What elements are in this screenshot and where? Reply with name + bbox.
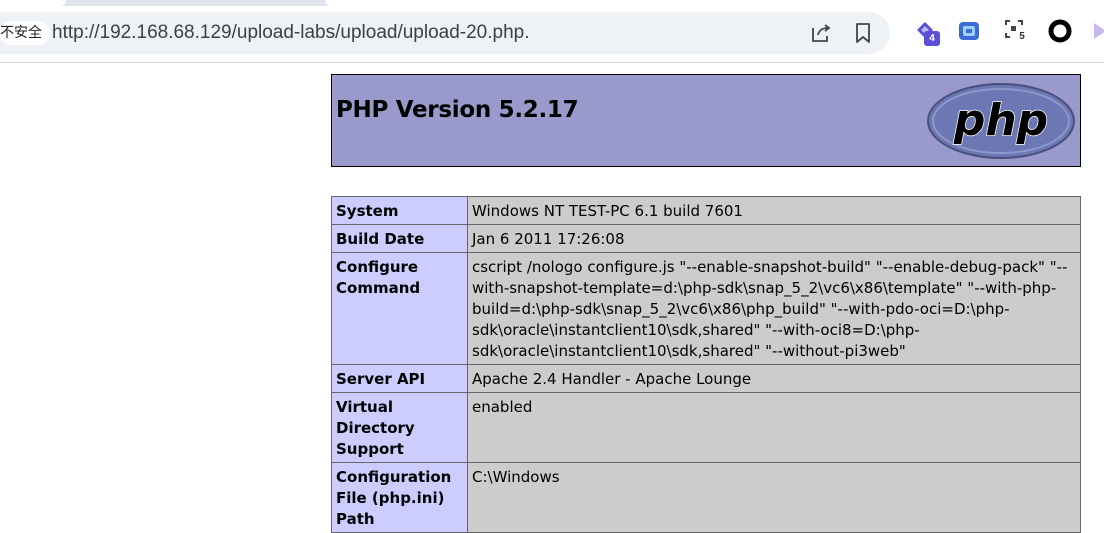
row-key: Virtual Directory Support [331, 392, 468, 463]
extension-icon-partial[interactable] [1092, 19, 1104, 49]
row-value: C:\Windows [467, 462, 1081, 533]
row-value: Apache 2.4 Handler - Apache Lounge [467, 364, 1081, 393]
image-extension-icon[interactable] [958, 19, 988, 49]
row-value: Windows NT TEST-PC 6.1 build 7601 [467, 196, 1081, 225]
row-value: Jan 6 2011 17:26:08 [467, 224, 1081, 253]
row-value: enabled [467, 392, 1081, 463]
share-icon[interactable] [808, 20, 834, 46]
row-key: Server API [331, 364, 468, 393]
row-key: Configure Command [331, 252, 468, 365]
table-row: Configure Command cscript /nologo config… [331, 252, 1081, 365]
bookmark-icon[interactable] [850, 20, 876, 46]
row-value: cscript /nologo configure.js "--enable-s… [467, 252, 1081, 365]
php-logo-text: php [953, 95, 1048, 146]
row-key: System [331, 196, 468, 225]
screenshot-extension-icon[interactable]: 5 [1004, 19, 1034, 49]
row-key: Build Date [331, 224, 468, 253]
row-key: Configuration File (php.ini) Path [331, 462, 468, 533]
table-row: System Windows NT TEST-PC 6.1 build 7601 [331, 196, 1081, 225]
address-bar[interactable]: 不安全 http://192.168.68.129/upload-labs/up… [0, 12, 890, 54]
phpinfo-header: PHP Version 5.2.17 php [331, 74, 1081, 167]
extension-badge: 5 [1016, 30, 1028, 44]
table-row: Configuration File (php.ini) Path C:\Win… [331, 462, 1081, 533]
circle-extension-icon[interactable] [1048, 19, 1078, 49]
table-row: Build Date Jan 6 2011 17:26:08 [331, 224, 1081, 253]
page-title: PHP Version 5.2.17 [336, 97, 579, 123]
diamond-extension-icon[interactable]: 4 [914, 19, 944, 49]
php-logo-icon: php [927, 83, 1075, 159]
table-row: Virtual Directory Support enabled [331, 392, 1081, 463]
browser-toolbar: 不安全 http://192.168.68.129/upload-labs/up… [0, 6, 1104, 63]
security-indicator[interactable]: 不安全 [0, 21, 50, 45]
url-text[interactable]: http://192.168.68.129/upload-labs/upload… [52, 22, 530, 44]
table-row: Server API Apache 2.4 Handler - Apache L… [331, 364, 1081, 393]
extension-badge: 4 [924, 31, 940, 46]
phpinfo-table: System Windows NT TEST-PC 6.1 build 7601… [331, 196, 1081, 533]
